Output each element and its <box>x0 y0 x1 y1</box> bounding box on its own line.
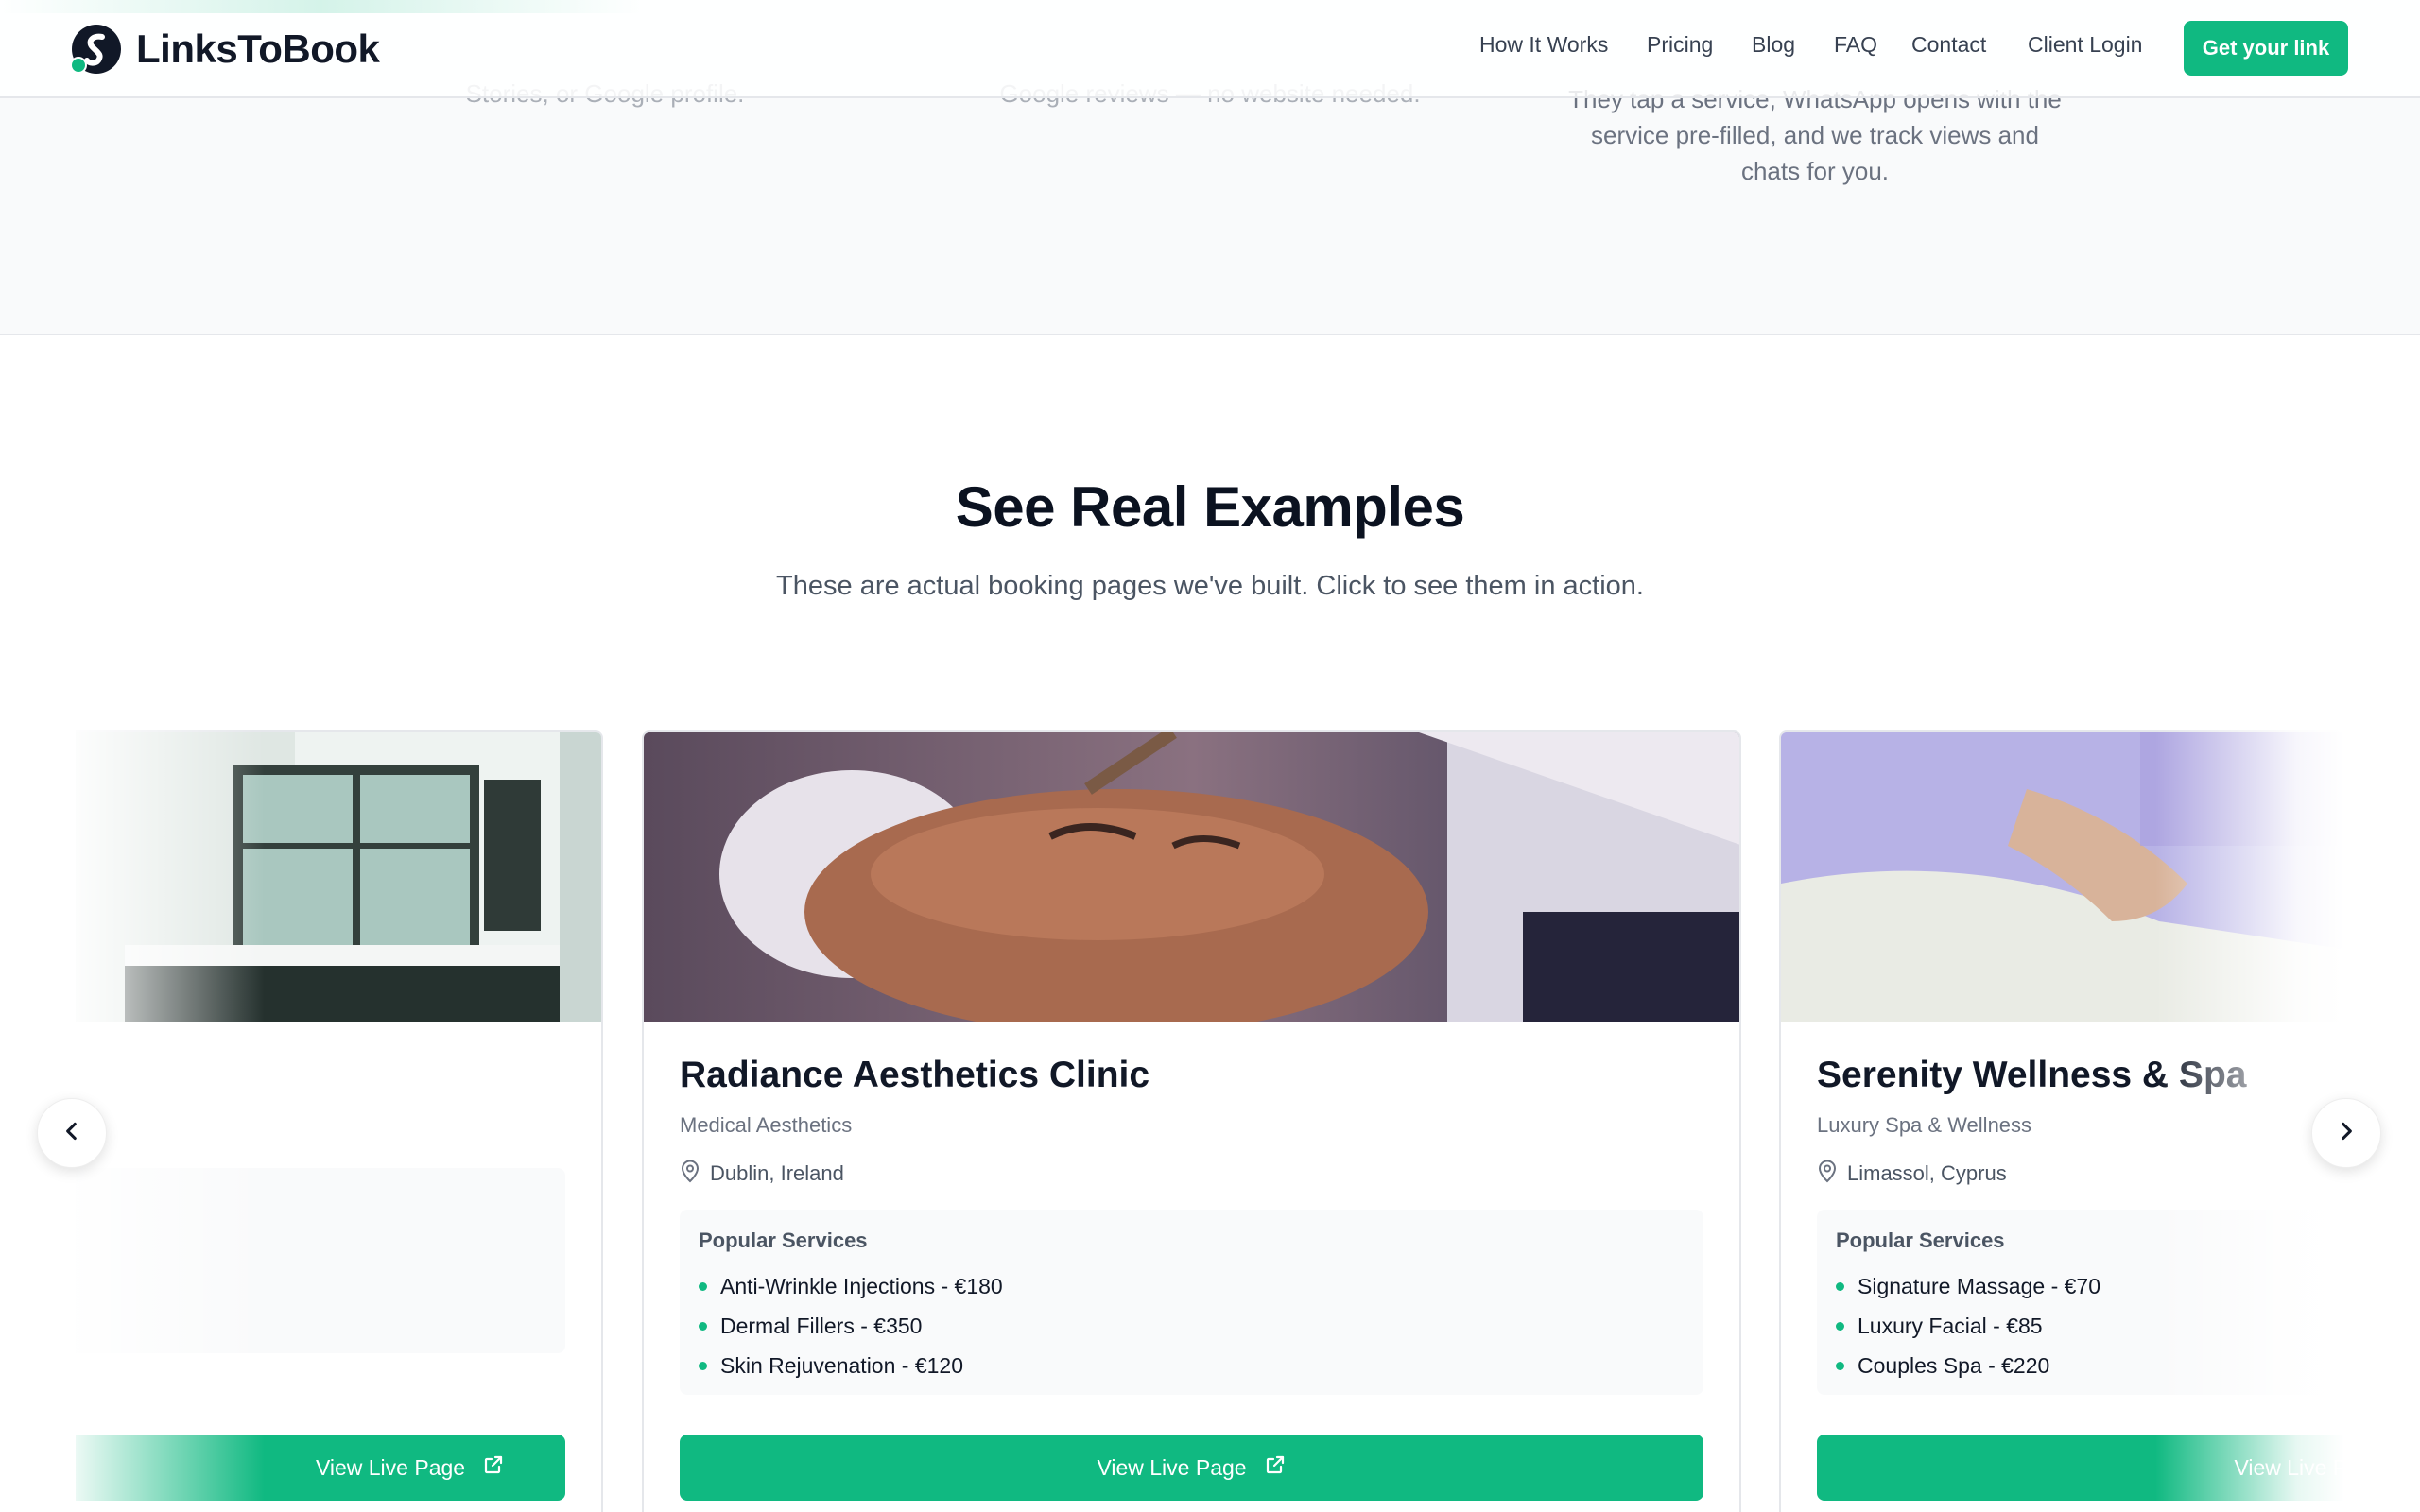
view-live-page-button[interactable]: View Live Page <box>680 1435 1703 1501</box>
nav-how-it-works[interactable]: How It Works <box>1479 32 1608 58</box>
card-location: Dublin, Ireland <box>680 1159 1703 1189</box>
step-3-line-2: service pre-filled, and we track views a… <box>1591 121 2039 149</box>
service-text: Skin Rejuvenation - €120 <box>720 1352 963 1378</box>
carousel-next-button[interactable] <box>2311 1098 2381 1168</box>
chevron-left-icon <box>60 1119 84 1148</box>
card-body: Serenity Wellness & Spa Luxury Spa & Wel… <box>1817 1022 2344 1395</box>
view-live-page-label: View Live Page <box>315 1454 466 1480</box>
chevron-right-icon <box>2334 1119 2359 1148</box>
popular-services-title: Popular Services <box>1836 1228 2005 1252</box>
get-your-link-button[interactable]: Get your link <box>2184 21 2348 76</box>
map-pin-icon <box>1817 1159 1838 1189</box>
main-nav: How It Works Pricing Blog FAQ Contact Cl… <box>0 32 2420 66</box>
card-location-text: Dublin, Ireland <box>710 1161 844 1185</box>
view-live-page-button[interactable]: View Live Page <box>76 1435 565 1501</box>
card-category: Luxury Spa & Wellness <box>1817 1113 2032 1137</box>
popular-services-title: Popular Services <box>699 1228 868 1252</box>
step-3-line-3: chats for you. <box>1740 157 1890 185</box>
popular-services-box: Popular Services Anti-Wrinkle Injections… <box>680 1210 1703 1395</box>
bullet-dot <box>1836 1281 1844 1291</box>
site-header: LinksToBook How It Works Pricing Blog FA… <box>0 0 2420 98</box>
header-glow <box>0 0 643 13</box>
bullet-dot <box>699 1361 707 1370</box>
example-card: View Live Page <box>76 730 603 1512</box>
service-item: Signature Massage - €70 <box>1836 1266 2344 1306</box>
examples-carousel: View Live Page Radiance Aesthetics Clini… <box>76 730 2344 1512</box>
section-title: See Real Examples <box>955 475 1465 539</box>
services-list: Signature Massage - €70 Luxury Facial - … <box>1836 1266 2344 1385</box>
service-item: Dermal Fillers - €350 <box>699 1306 1685 1346</box>
section-subtitle: These are actual booking pages we've bui… <box>776 571 1644 601</box>
bullet-dot <box>699 1321 707 1331</box>
service-text: Signature Massage - €70 <box>1858 1273 2100 1298</box>
card-image-salon-interior <box>76 732 601 1022</box>
popular-services-box: Popular Services Signature Massage - €70… <box>1817 1210 2344 1395</box>
card-category: Medical Aesthetics <box>680 1113 853 1137</box>
bullet-dot <box>1836 1361 1844 1370</box>
external-link-icon <box>482 1453 505 1482</box>
service-text: Anti-Wrinkle Injections - €180 <box>720 1273 1003 1298</box>
service-text: Dermal Fillers - €350 <box>720 1313 923 1338</box>
card-location: Limassol, Cyprus <box>1817 1159 2344 1189</box>
service-item: Skin Rejuvenation - €120 <box>699 1346 1685 1385</box>
bullet-dot <box>699 1281 707 1291</box>
popular-services-box <box>76 1168 565 1353</box>
service-text: Couples Spa - €220 <box>1858 1352 2050 1378</box>
view-live-page-button[interactable]: View Live Page <box>1817 1435 2344 1501</box>
service-text: Luxury Facial - €85 <box>1858 1313 2043 1338</box>
service-item: Luxury Facial - €85 <box>1836 1306 2344 1346</box>
card-image-facial-treatment <box>644 732 1739 1022</box>
card-location-text: Limassol, Cyprus <box>1847 1161 2007 1185</box>
service-item: Anti-Wrinkle Injections - €180 <box>699 1266 1685 1306</box>
view-live-page-label: View Live Page <box>2234 1454 2344 1480</box>
card-body <box>76 1022 565 1353</box>
nav-faq[interactable]: FAQ <box>1834 32 1877 58</box>
service-item: Couples Spa - €220 <box>1836 1346 2344 1385</box>
card-body: Radiance Aesthetics Clinic Medical Aesth… <box>680 1022 1703 1395</box>
bullet-dot <box>1836 1321 1844 1331</box>
nav-pricing[interactable]: Pricing <box>1647 32 1713 58</box>
nav-contact[interactable]: Contact <box>1911 32 1986 58</box>
carousel-prev-button[interactable] <box>37 1098 107 1168</box>
external-link-icon <box>1264 1453 1287 1482</box>
card-image-spa-massage <box>1781 732 2344 1022</box>
example-card-radiance: Radiance Aesthetics Clinic Medical Aesth… <box>642 730 1741 1512</box>
card-title: Radiance Aesthetics Clinic <box>680 1055 1150 1095</box>
services-list: Anti-Wrinkle Injections - €180 Dermal Fi… <box>699 1266 1685 1385</box>
view-live-page-label: View Live Page <box>1097 1454 1247 1480</box>
nav-blog[interactable]: Blog <box>1752 32 1795 58</box>
nav-client-login[interactable]: Client Login <box>2028 32 2142 58</box>
card-title: Serenity Wellness & Spa <box>1817 1055 2247 1095</box>
example-card-serenity: Serenity Wellness & Spa Luxury Spa & Wel… <box>1779 730 2344 1512</box>
map-pin-icon <box>680 1159 700 1189</box>
